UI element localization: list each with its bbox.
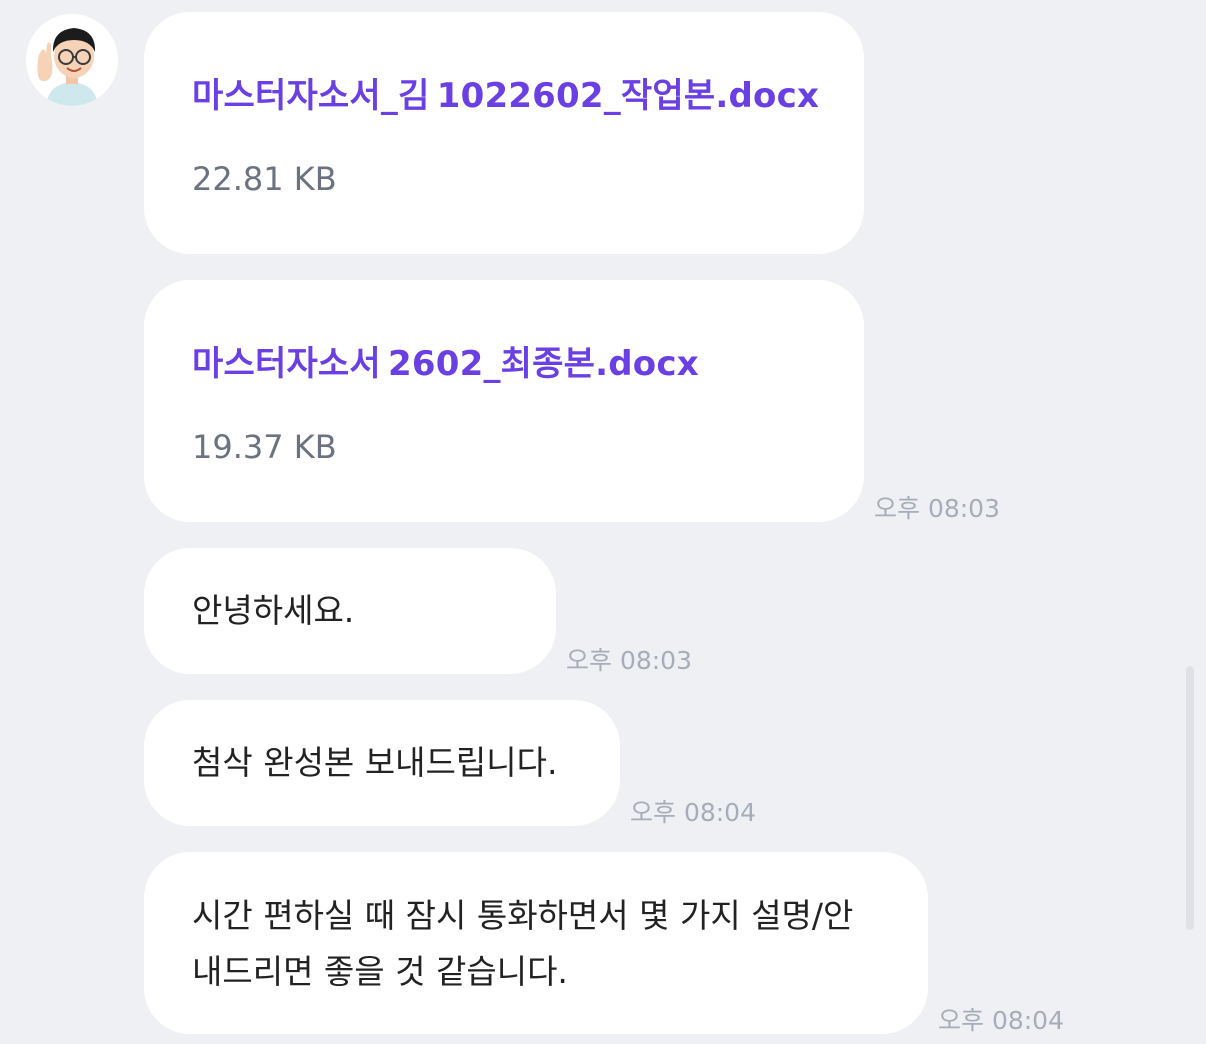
message-text: 첨삭 완성본 보내드립니다. [192,743,558,782]
message-text-line: 내드리면 좋을 것 같습니다. [192,952,568,991]
message-timestamp: 오후 08:04 [938,1006,1064,1035]
message-text: 안녕하세요. [192,591,355,630]
sender-avatar[interactable] [26,14,118,106]
file-name-link[interactable]: 마스터자소서_김 1022602_작업본.docx [192,68,819,117]
text-message-bubble: 안녕하세요. [144,548,556,674]
message-text-line: 시간 편하실 때 잠시 통화하면서 몇 가지 설명/안 [192,896,854,935]
message-timestamp: 오후 08:03 [874,494,1000,523]
memoji-avatar-icon [26,14,118,106]
message-timestamp: 오후 08:03 [566,646,692,675]
file-name-link[interactable]: 마스터자소서 2602_최종본.docx [192,336,699,385]
message-timestamp: 오후 08:04 [630,798,756,827]
file-size: 19.37 KB [192,428,337,466]
file-message-bubble[interactable]: 마스터자소서_김 1022602_작업본.docx 22.81 KB [144,12,864,254]
text-message-bubble: 첨삭 완성본 보내드립니다. [144,700,620,826]
chat-scrollbar[interactable] [1186,666,1194,930]
file-message-bubble[interactable]: 마스터자소서 2602_최종본.docx 19.37 KB [144,280,864,522]
text-message-bubble: 시간 편하실 때 잠시 통화하면서 몇 가지 설명/안 내드리면 좋을 것 같습… [144,852,928,1034]
file-size: 22.81 KB [192,160,337,198]
